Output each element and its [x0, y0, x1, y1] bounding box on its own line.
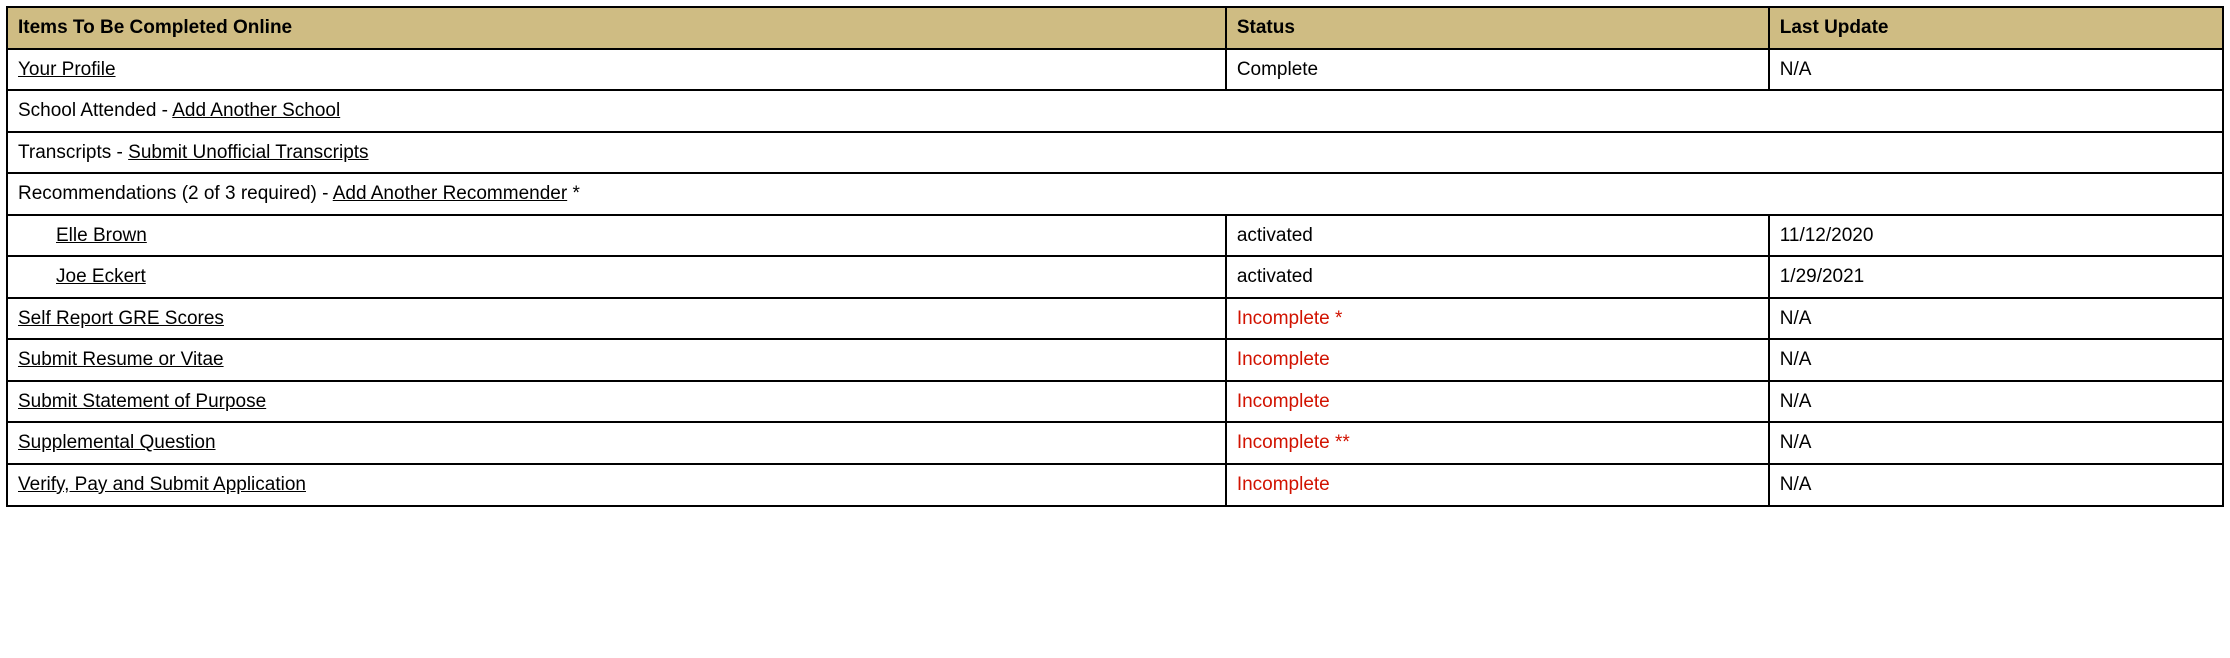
self-report-gre-link[interactable]: Self Report GRE Scores	[18, 308, 224, 329]
row-resume: Submit Resume or Vitae Incomplete N/A	[7, 339, 2223, 381]
row-recommendations: Recommendations (2 of 3 required) - Add …	[7, 173, 2223, 215]
submit-sop-link[interactable]: Submit Statement of Purpose	[18, 391, 266, 412]
cell-items: Elle Brown	[7, 215, 1226, 257]
transcripts-prefix-text: Transcripts -	[18, 142, 128, 163]
row-transcripts: Transcripts - Submit Unofficial Transcri…	[7, 132, 2223, 174]
row-statement-of-purpose: Submit Statement of Purpose Incomplete N…	[7, 381, 2223, 423]
cell-status: Incomplete	[1226, 381, 1769, 423]
cell-items: Joe Eckert	[7, 256, 1226, 298]
cell-update: N/A	[1769, 49, 2223, 91]
cell-update: 1/29/2021	[1769, 256, 2223, 298]
cell-status: activated	[1226, 256, 1769, 298]
cell-status: Incomplete **	[1226, 422, 1769, 464]
cell-items: Your Profile	[7, 49, 1226, 91]
row-gre-scores: Self Report GRE Scores Incomplete * N/A	[7, 298, 2223, 340]
your-profile-link[interactable]: Your Profile	[18, 59, 116, 80]
cell-update: N/A	[1769, 422, 2223, 464]
add-another-school-link[interactable]: Add Another School	[172, 100, 340, 121]
row-verify-pay-submit: Verify, Pay and Submit Application Incom…	[7, 464, 2223, 506]
cell-update: N/A	[1769, 298, 2223, 340]
cell-update: 11/12/2020	[1769, 215, 2223, 257]
school-prefix-text: School Attended -	[18, 100, 172, 121]
cell-items: Self Report GRE Scores	[7, 298, 1226, 340]
cell-items: School Attended - Add Another School	[7, 90, 2223, 132]
recommendations-suffix-text: *	[567, 183, 580, 204]
cell-items: Submit Statement of Purpose	[7, 381, 1226, 423]
supplemental-question-link[interactable]: Supplemental Question	[18, 432, 216, 453]
cell-items: Verify, Pay and Submit Application	[7, 464, 1226, 506]
cell-update: N/A	[1769, 381, 2223, 423]
submit-unofficial-transcripts-link[interactable]: Submit Unofficial Transcripts	[128, 142, 368, 163]
header-items: Items To Be Completed Online	[7, 7, 1226, 49]
row-school-attended: School Attended - Add Another School	[7, 90, 2223, 132]
cell-status: Incomplete *	[1226, 298, 1769, 340]
header-update: Last Update	[1769, 7, 2223, 49]
row-recommender-1: Elle Brown activated 11/12/2020	[7, 215, 2223, 257]
cell-status: activated	[1226, 215, 1769, 257]
row-recommender-2: Joe Eckert activated 1/29/2021	[7, 256, 2223, 298]
cell-status: Complete	[1226, 49, 1769, 91]
header-status: Status	[1226, 7, 1769, 49]
submit-resume-link[interactable]: Submit Resume or Vitae	[18, 349, 224, 370]
verify-pay-submit-link[interactable]: Verify, Pay and Submit Application	[18, 474, 306, 495]
cell-items: Transcripts - Submit Unofficial Transcri…	[7, 132, 2223, 174]
cell-update: N/A	[1769, 464, 2223, 506]
table-header-row: Items To Be Completed Online Status Last…	[7, 7, 2223, 49]
recommendations-prefix-text: Recommendations (2 of 3 required) -	[18, 183, 333, 204]
cell-update: N/A	[1769, 339, 2223, 381]
cell-items: Recommendations (2 of 3 required) - Add …	[7, 173, 2223, 215]
cell-status: Incomplete	[1226, 464, 1769, 506]
cell-status: Incomplete	[1226, 339, 1769, 381]
row-supplemental-question: Supplemental Question Incomplete ** N/A	[7, 422, 2223, 464]
row-your-profile: Your Profile Complete N/A	[7, 49, 2223, 91]
recommender-joe-eckert-link[interactable]: Joe Eckert	[56, 266, 146, 287]
cell-items: Supplemental Question	[7, 422, 1226, 464]
recommender-elle-brown-link[interactable]: Elle Brown	[56, 225, 147, 246]
cell-items: Submit Resume or Vitae	[7, 339, 1226, 381]
application-items-table: Items To Be Completed Online Status Last…	[6, 6, 2224, 507]
add-another-recommender-link[interactable]: Add Another Recommender	[333, 183, 567, 204]
